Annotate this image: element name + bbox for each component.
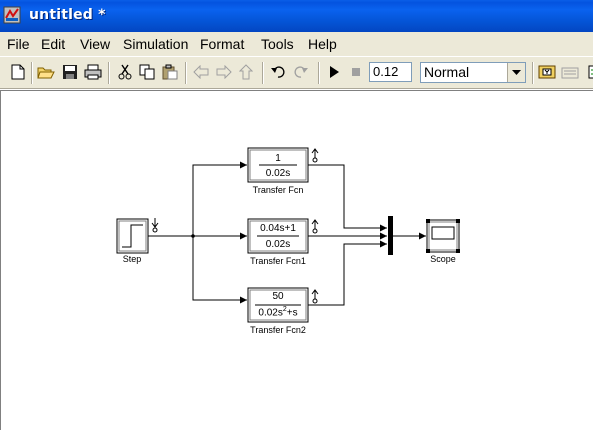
- menu-help[interactable]: Help: [308, 36, 337, 52]
- toolbar-separator: [318, 62, 320, 84]
- paste-icon[interactable]: [161, 63, 179, 81]
- up-icon[interactable]: [237, 63, 255, 81]
- chevron-down-icon[interactable]: [507, 63, 525, 82]
- stop-time-input[interactable]: 0.12: [369, 62, 412, 82]
- menu-view[interactable]: View: [80, 36, 110, 52]
- step-label: Step: [122, 254, 142, 264]
- sample-time-icon: [311, 219, 319, 234]
- stop-icon[interactable]: [347, 63, 365, 81]
- toolbar-separator: [108, 62, 110, 84]
- print-icon[interactable]: [84, 63, 102, 81]
- menu-simulation[interactable]: Simulation: [123, 36, 188, 52]
- menu-file[interactable]: File: [7, 36, 30, 52]
- tf-denominator: 0.02s: [265, 168, 291, 179]
- transfer-fcn1-label: Transfer Fcn1: [250, 256, 306, 266]
- transfer-fcn-label: Transfer Fcn: [252, 185, 304, 195]
- model-canvas[interactable]: 1 0.02s 0.04s+1 0.02s 50 0.02s2+s Step T…: [0, 90, 593, 430]
- signal-line[interactable]: [192, 161, 247, 236]
- toolbar-separator: [262, 62, 264, 84]
- new-icon[interactable]: [9, 63, 27, 81]
- scope-block[interactable]: [426, 219, 460, 253]
- step-block[interactable]: [116, 218, 149, 254]
- library-icon[interactable]: [561, 63, 579, 81]
- tf-denominator-part: 0.02s: [258, 307, 283, 319]
- back-icon[interactable]: [192, 63, 210, 81]
- tf-numerator: 0.04s+1: [260, 223, 296, 234]
- menu-format[interactable]: Format: [200, 36, 244, 52]
- menu-bar: File Edit View Simulation Format Tools H…: [0, 32, 593, 56]
- forward-icon[interactable]: [215, 63, 233, 81]
- copy-icon[interactable]: [138, 63, 156, 81]
- tf-numerator: 1: [275, 153, 281, 164]
- tf-denominator: 0.02s2+s: [258, 306, 297, 318]
- simulation-mode-value: Normal: [424, 64, 470, 80]
- sample-time-icon: [311, 289, 319, 304]
- toolbar-separator: [31, 62, 33, 84]
- model-browser-icon[interactable]: [584, 63, 593, 81]
- sample-time-icon: [151, 218, 159, 233]
- tf-denominator-part: +s: [286, 307, 298, 319]
- sample-time-icon: [311, 148, 319, 163]
- redo-icon[interactable]: [292, 63, 310, 81]
- menu-edit[interactable]: Edit: [41, 36, 65, 52]
- simulation-mode-select[interactable]: Normal: [420, 62, 526, 83]
- signal-line[interactable]: [308, 164, 387, 232]
- open-icon[interactable]: [37, 63, 55, 81]
- title-bar[interactable]: untitled *: [0, 0, 593, 32]
- build-icon[interactable]: [538, 63, 556, 81]
- scope-label: Scope: [430, 254, 456, 264]
- toolbar-separator: [532, 62, 534, 84]
- toolbar-separator: [185, 62, 187, 84]
- toolbar: 0.12 Normal: [0, 56, 593, 89]
- start-icon[interactable]: [325, 63, 343, 81]
- tf-denominator: 0.02s: [265, 239, 291, 250]
- window-title: untitled *: [29, 7, 106, 23]
- menu-tools[interactable]: Tools: [261, 36, 294, 52]
- mux-block[interactable]: [388, 216, 393, 255]
- transfer-fcn2-label: Transfer Fcn2: [250, 325, 306, 335]
- undo-icon[interactable]: [269, 63, 287, 81]
- tf-numerator: 50: [272, 291, 284, 302]
- signal-line[interactable]: [192, 236, 247, 304]
- simulink-app-icon[interactable]: [3, 6, 21, 24]
- signal-line[interactable]: [308, 240, 387, 306]
- save-icon[interactable]: [61, 63, 79, 81]
- cut-icon[interactable]: [116, 63, 134, 81]
